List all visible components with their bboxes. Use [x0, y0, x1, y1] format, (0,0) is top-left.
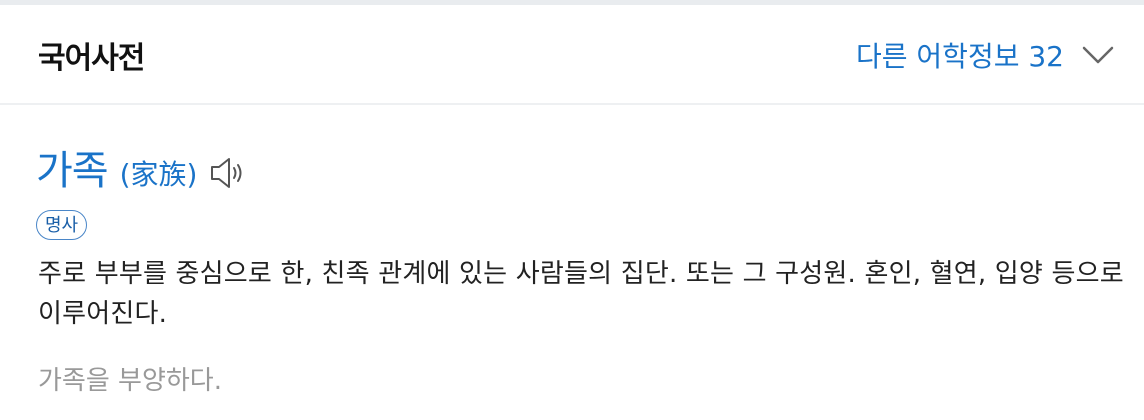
part-of-speech-badge: 명사	[36, 210, 88, 240]
section-title: 국어사전	[38, 41, 145, 76]
entry-hanja-link[interactable]: (家族)	[120, 153, 198, 193]
definition-text: 주로 부부를 중심으로 한, 친족 관계에 있는 사람들의 집단. 또는 그 구…	[38, 259, 1124, 329]
dictionary-header: 국어사전 다른 어학정보 32	[0, 5, 1144, 105]
speaker-icon[interactable]	[209, 156, 245, 190]
chevron-down-icon	[1082, 46, 1114, 64]
entry-word-link[interactable]: 가족	[36, 138, 109, 196]
entry-heading: 가족 (家族)	[36, 138, 245, 196]
more-language-info-label: 다른 어학정보 32	[856, 40, 1064, 73]
more-language-info-button[interactable]: 다른 어학정보 32	[856, 35, 1114, 75]
example-sentence: 가족을 부양하다.	[38, 366, 222, 396]
